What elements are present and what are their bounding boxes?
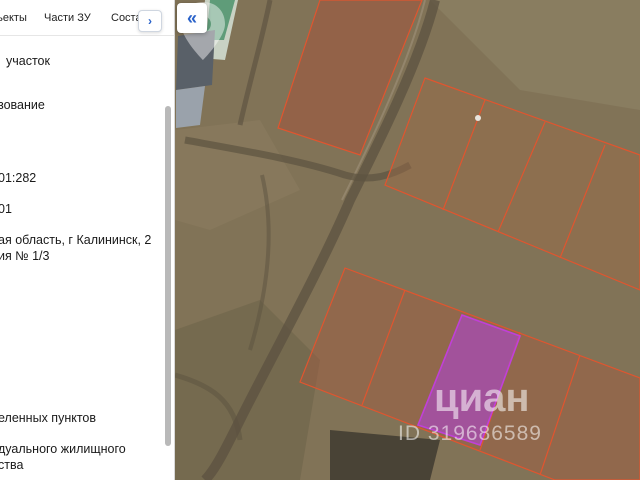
tab-composition[interactable]: Соста [111,12,142,24]
field-usage-line1: дуального жилищного [0,442,126,456]
watermark-brand: циан [434,376,530,420]
satellite-map-image [175,0,640,480]
tab-objects[interactable]: ъекты [0,12,27,24]
field-address-line1: ая область, г Калининск, 2 [0,233,152,247]
field-permitted-use: зование [0,98,45,112]
info-panel: ъекты Части ЗУ Соста › участок зование 0… [0,0,175,480]
field-address-line2: ия № 1/3 [0,249,50,263]
watermark-listing-id: ID 319686589 [398,422,542,445]
double-chevron-left-icon: « [186,7,197,28]
field-object-type: участок [6,54,50,68]
chevron-right-icon: › [148,14,152,28]
panel-scrollbar-thumb[interactable] [165,106,171,446]
field-marker [475,115,481,121]
field-cadastral-number: 01:282 [0,171,37,185]
tabs-next-button[interactable]: › [138,10,162,32]
collapse-panel-button[interactable]: « [177,3,207,33]
tab-bar: ъекты Части ЗУ Соста › [0,0,174,36]
tab-land-parts[interactable]: Части ЗУ [44,12,91,24]
field-land-category: еленных пунктов [0,411,97,425]
field-usage-line2: ства [0,458,24,472]
field-quarter: 01 [0,202,12,216]
map-view[interactable] [175,0,640,480]
